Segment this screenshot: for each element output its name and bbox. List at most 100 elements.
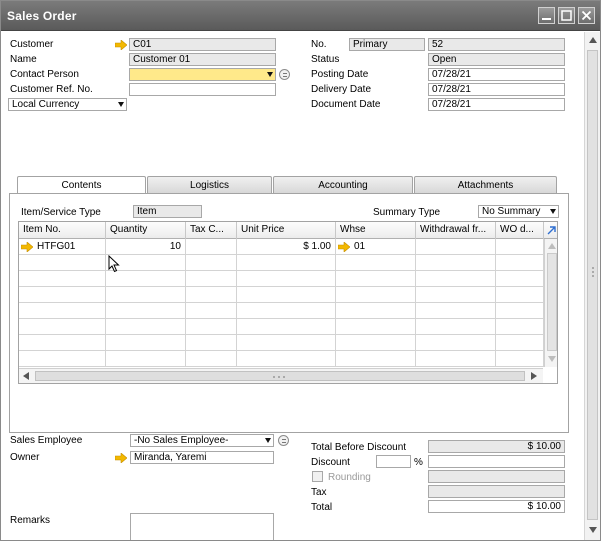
table-row[interactable]: HTFG01 10 $ 1.00 01 [19,239,544,255]
cell-tax-code[interactable] [186,239,237,255]
table-row[interactable] [19,319,544,335]
cell-quantity[interactable]: 10 [106,239,186,255]
discount-percent-input[interactable] [376,455,411,468]
column-header-withdrawal[interactable]: Withdrawal fr... [416,222,496,239]
status-field[interactable]: Open [428,53,565,66]
chevron-down-icon [118,102,124,107]
item-type-dropdown[interactable]: Item [133,205,202,218]
discount-label: Discount [311,457,350,468]
sales-employee-info-icon[interactable] [278,435,289,446]
discount-amount-input[interactable] [428,455,565,468]
column-header-wo[interactable]: WO d... [496,222,544,239]
chevron-down-icon [265,438,271,443]
customer-ref-input[interactable] [129,83,276,96]
total-before-discount-label: Total Before Discount [311,442,407,453]
table-row[interactable] [19,255,544,271]
cell-unit-price[interactable]: $ 1.00 [237,239,336,255]
customer-label: Customer [10,39,54,50]
rounding-label: Rounding [328,472,371,483]
table-row[interactable] [19,351,544,367]
expand-arrow-icon[interactable] [546,225,557,236]
sales-employee-value: -No Sales Employee- [134,435,229,446]
currency-dropdown[interactable]: Local Currency [8,98,127,111]
whse-link-arrow-icon[interactable] [338,242,350,252]
customer-link-arrow-icon[interactable] [115,40,127,50]
minimize-icon [542,18,551,20]
close-button[interactable] [578,7,595,24]
summary-type-label: Summary Type [373,207,441,218]
delivery-date-label: Delivery Date [311,84,372,95]
tab-logistics[interactable]: Logistics [147,176,272,193]
item-type-label: Item/Service Type [21,207,101,218]
table-row[interactable] [19,271,544,287]
item-link-arrow-icon[interactable] [21,242,33,252]
name-label: Name [10,54,37,65]
window-vertical-scrollbar[interactable] [584,32,600,540]
customer-name-field[interactable]: Customer 01 [129,53,276,66]
percent-sign: % [414,457,423,468]
mouse-cursor-icon [108,255,120,273]
table-row[interactable] [19,287,544,303]
grid-vertical-scrollbar[interactable] [544,239,557,367]
contact-person-label: Contact Person [10,69,79,80]
contents-grid[interactable]: Item No. Quantity Tax C... Unit Price Wh… [18,221,558,384]
chevron-down-icon [267,72,273,77]
summary-type-dropdown[interactable]: No Summary [478,205,559,218]
owner-label: Owner [10,452,40,463]
tab-accounting[interactable]: Accounting [273,176,413,193]
posting-date-label: Posting Date [311,69,369,80]
cell-withdrawal[interactable] [416,239,496,255]
tax-field[interactable] [428,485,565,498]
customer-code-field[interactable]: C01 [129,38,276,51]
doc-number-label: No. [311,39,327,50]
column-header-tax-code[interactable]: Tax C... [186,222,237,239]
scroll-up-icon[interactable] [548,243,556,249]
close-icon [581,10,592,21]
contact-info-icon[interactable] [279,69,290,80]
grid-header: Item No. Quantity Tax C... Unit Price Wh… [19,222,557,239]
minimize-button[interactable] [538,7,555,24]
remarks-textarea[interactable] [130,513,274,540]
rounding-amount-field[interactable] [428,470,565,483]
rounding-checkbox[interactable] [312,471,323,482]
vertical-scroll-thumb[interactable] [547,253,557,351]
scroll-down-icon[interactable] [548,356,556,362]
scroll-left-icon[interactable] [23,372,29,380]
table-row[interactable] [19,335,544,351]
sales-employee-dropdown[interactable]: -No Sales Employee- [130,434,274,447]
table-row[interactable] [19,303,544,319]
tab-attachments[interactable]: Attachments [414,176,557,193]
maximize-icon [561,10,572,21]
delivery-date-input[interactable]: 07/28/21 [428,83,565,96]
maximize-button[interactable] [558,7,575,24]
tab-contents[interactable]: Contents [17,176,146,194]
document-date-label: Document Date [311,99,381,110]
column-header-quantity[interactable]: Quantity [106,222,186,239]
title-bar[interactable]: Sales Order [1,1,600,31]
sales-employee-label: Sales Employee [10,435,83,446]
scroll-down-icon[interactable] [589,527,597,533]
customer-ref-label: Customer Ref. No. [10,84,93,95]
total-field[interactable]: $ 10.00 [428,500,565,513]
total-before-discount-field[interactable]: $ 10.00 [428,440,565,453]
owner-link-arrow-icon[interactable] [115,453,127,463]
cell-wo[interactable] [496,239,544,255]
scroll-up-icon[interactable] [589,37,597,43]
status-label: Status [311,54,340,65]
document-date-input[interactable]: 07/28/21 [428,98,565,111]
column-header-item-no[interactable]: Item No. [19,222,106,239]
currency-value: Local Currency [12,99,80,110]
owner-input[interactable]: Miranda, Yaremi [130,451,274,464]
chevron-down-icon [550,209,556,214]
posting-date-input[interactable]: 07/28/21 [428,68,565,81]
window-scroll-thumb[interactable] [587,50,598,520]
contact-person-dropdown[interactable] [129,68,276,81]
horizontal-scroll-thumb[interactable] [35,371,525,381]
column-header-unit-price[interactable]: Unit Price [237,222,336,239]
numbering-series-dropdown[interactable]: Primary [349,38,425,51]
scroll-right-icon[interactable] [531,372,537,380]
window-title: Sales Order [7,9,77,23]
doc-number-field[interactable]: 52 [428,38,565,51]
grid-horizontal-scrollbar[interactable] [19,368,543,383]
column-header-whse[interactable]: Whse [336,222,416,239]
